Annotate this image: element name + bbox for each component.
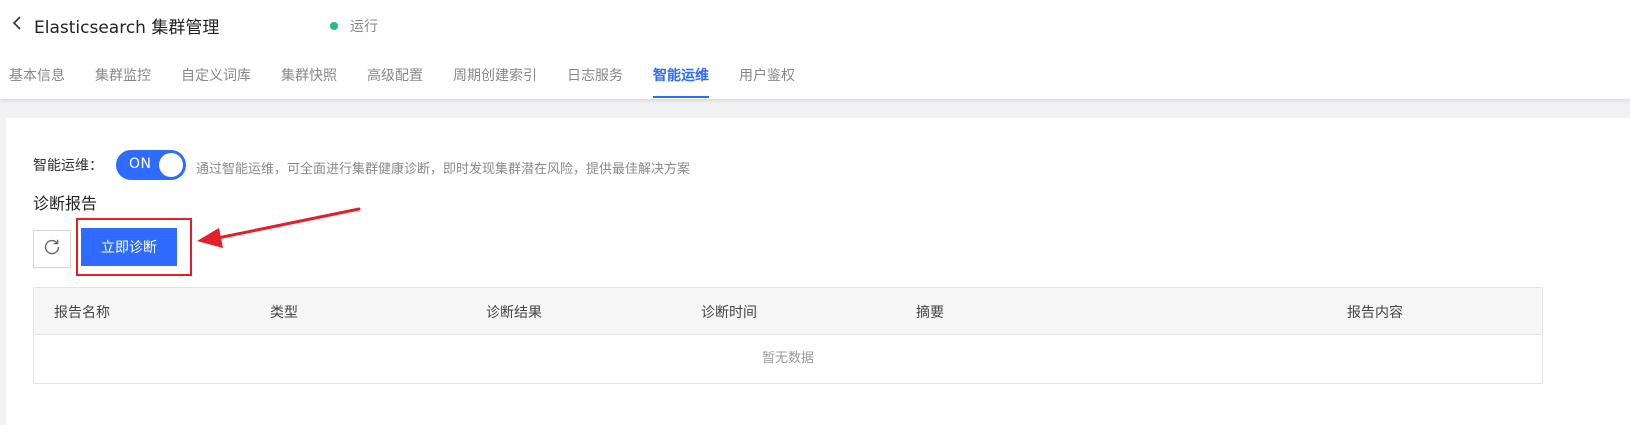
smart-ops-switch-row: 智能运维： ON 通过智能运维，可全面进行集群健康诊断，即时发现集群潜在风险，提… (33, 150, 690, 180)
toggle-knob (159, 153, 183, 177)
empty-state: 暂无数据 (761, 351, 814, 366)
tab-periodic-index[interactable]: 周期创建索引 (453, 63, 537, 99)
page-title: Elasticsearch 集群管理 (34, 18, 220, 38)
table-header: 报告名称 类型 诊断结果 诊断时间 摘要 报告内容 (34, 288, 1542, 335)
refresh-icon (43, 238, 61, 260)
refresh-button[interactable] (33, 230, 71, 268)
smart-ops-panel: 智能运维： ON 通过智能运维，可全面进行集群健康诊断，即时发现集群潜在风险，提… (6, 118, 1630, 425)
report-table: 报告名称 类型 诊断结果 诊断时间 摘要 报告内容 暂无数据 (33, 287, 1543, 384)
page-header: Elasticsearch 集群管理 运行 基本信息 集群监控 自定义词库 集群… (0, 0, 1630, 99)
column-header-result: 诊断结果 (486, 305, 542, 321)
tab-log-service[interactable]: 日志服务 (567, 63, 623, 99)
diagnosis-report-title: 诊断报告 (33, 194, 98, 213)
tab-cluster-snapshot[interactable]: 集群快照 (281, 63, 337, 99)
tab-advanced-config[interactable]: 高级配置 (367, 63, 423, 99)
diagnose-now-button[interactable]: 立即诊断 (81, 228, 177, 266)
chevron-left-icon[interactable] (10, 15, 26, 31)
pointer-arrow-icon (197, 207, 361, 248)
column-header-report-name: 报告名称 (54, 305, 110, 321)
tab-bar: 基本信息 集群监控 自定义词库 集群快照 高级配置 周期创建索引 日志服务 智能… (0, 63, 825, 99)
tab-cluster-monitor[interactable]: 集群监控 (95, 63, 151, 99)
status-dot-icon (330, 22, 338, 30)
status-badge: 运行 (330, 16, 378, 36)
column-header-summary: 摘要 (916, 305, 944, 321)
tab-user-auth[interactable]: 用户鉴权 (739, 63, 795, 99)
tab-custom-dictionary[interactable]: 自定义词库 (181, 63, 251, 99)
smart-ops-toggle[interactable]: ON (116, 150, 186, 180)
toggle-text: ON (129, 156, 152, 172)
column-header-content: 报告内容 (1347, 305, 1403, 321)
tab-basic-info[interactable]: 基本信息 (9, 63, 65, 99)
column-header-time: 诊断时间 (701, 305, 757, 321)
smart-ops-label: 智能运维： (33, 158, 103, 174)
tab-smart-ops[interactable]: 智能运维 (653, 63, 709, 99)
column-header-type: 类型 (270, 305, 298, 321)
smart-ops-description: 通过智能运维，可全面进行集群健康诊断，即时发现集群潜在风险，提供最佳解决方案 (196, 161, 691, 177)
status-text: 运行 (350, 19, 378, 35)
